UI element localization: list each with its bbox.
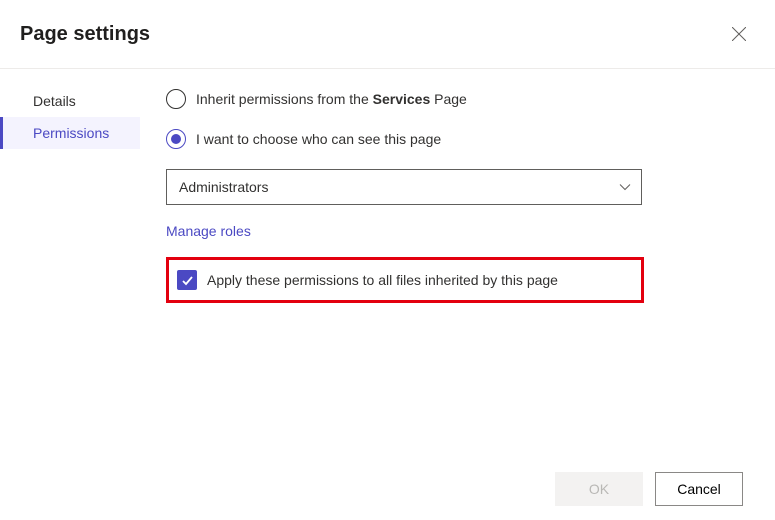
sidebar-item-label: Details	[33, 93, 76, 109]
ok-button[interactable]: OK	[555, 472, 643, 506]
radio-label: Inherit permissions from the Services Pa…	[196, 91, 467, 107]
chevron-down-icon	[619, 181, 631, 193]
radio-dot-icon	[171, 134, 181, 144]
dialog-footer: OK Cancel	[0, 458, 775, 520]
radio-icon	[166, 89, 186, 109]
manage-roles-link[interactable]: Manage roles	[166, 223, 251, 239]
roles-dropdown[interactable]: Administrators	[166, 169, 642, 205]
sidebar-item-details[interactable]: Details	[0, 85, 140, 117]
dialog-header: Page settings	[0, 0, 775, 69]
content-pane: Inherit permissions from the Services Pa…	[140, 69, 775, 466]
close-icon	[732, 27, 746, 41]
cancel-button[interactable]: Cancel	[655, 472, 743, 506]
sidebar-item-permissions[interactable]: Permissions	[0, 117, 140, 149]
checkmark-icon	[181, 274, 194, 287]
radio-inherit[interactable]: Inherit permissions from the Services Pa…	[166, 89, 735, 109]
checkbox-label: Apply these permissions to all files inh…	[207, 272, 558, 288]
radio-choose[interactable]: I want to choose who can see this page	[166, 129, 735, 149]
apply-permissions-highlight: Apply these permissions to all files inh…	[166, 257, 644, 303]
sidebar-item-label: Permissions	[33, 125, 109, 141]
radio-icon	[166, 129, 186, 149]
dropdown-value: Administrators	[179, 179, 268, 195]
close-button[interactable]	[723, 18, 755, 50]
page-title: Page settings	[20, 23, 150, 46]
radio-label: I want to choose who can see this page	[196, 131, 441, 147]
apply-permissions-checkbox[interactable]	[177, 270, 197, 290]
dialog-body: Details Permissions Inherit permissions …	[0, 69, 775, 466]
sidebar: Details Permissions	[0, 69, 140, 466]
